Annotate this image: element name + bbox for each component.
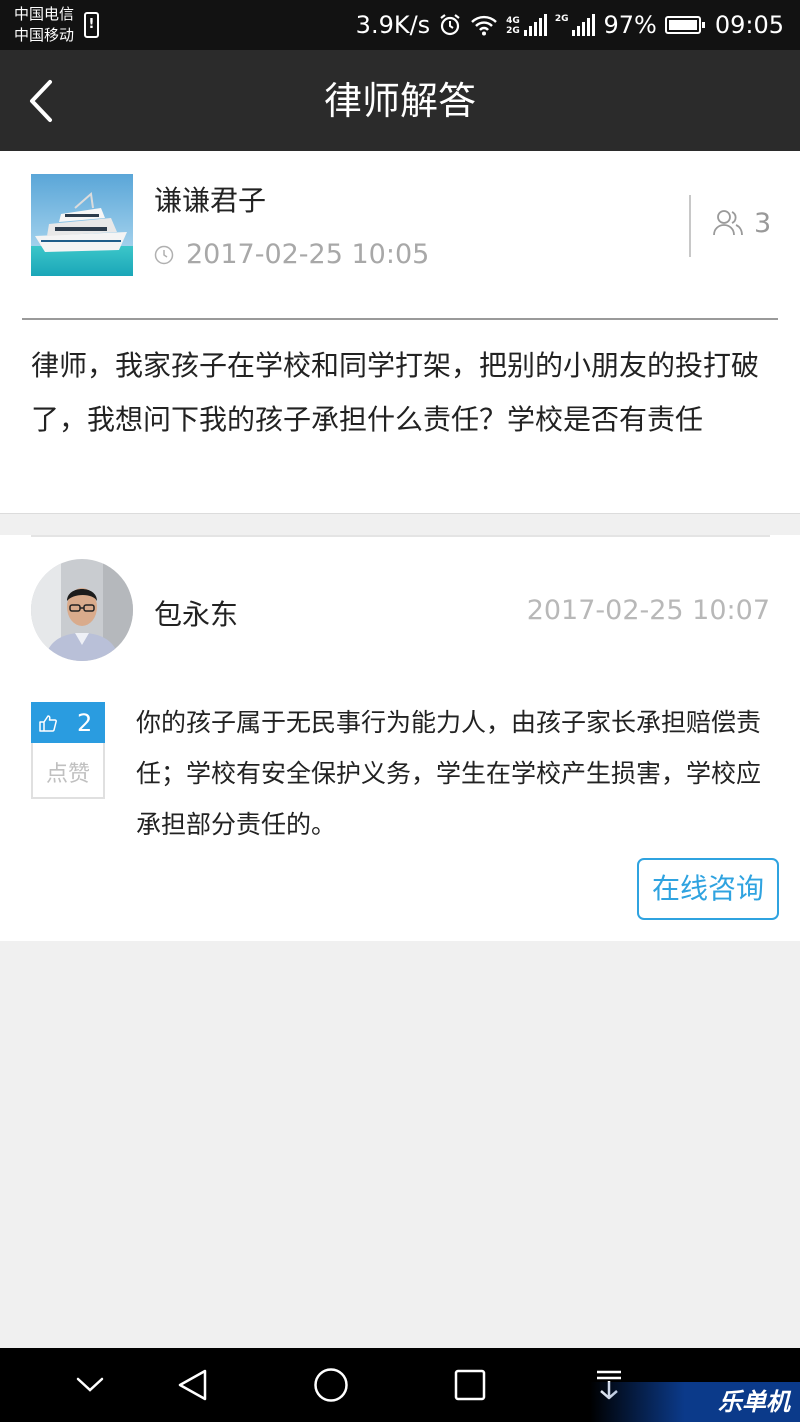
watermark-logo: 乐单机 [590,1382,800,1422]
asker-name: 谦谦君子 [154,184,267,217]
triangle-back-icon [178,1369,207,1401]
recents-button[interactable] [435,1348,505,1422]
system-navigation-bar: 乐单机 [0,1348,800,1422]
question-time-text: 2017-02-25 10:05 [186,239,430,270]
like-count: 2 [77,708,93,737]
carrier-2: 中国移动 [14,26,75,44]
circle-home-icon [314,1368,348,1402]
like-count-badge: 2 [31,702,105,743]
page-title: 律师解答 [323,79,476,123]
nav-bar: 律师解答 [0,50,800,151]
lawyer-avatar[interactable] [31,559,133,661]
question-text: 律师，我家孩子在学校和同学打架，把别的小朋友的投打破了，我想问下我的孩子承担什么… [31,349,760,436]
hide-nav-button[interactable] [55,1348,125,1422]
like-label: 点赞 [45,762,90,787]
asker-avatar[interactable] [31,174,133,276]
lawyer-name: 包永东 [154,598,239,631]
answer-time: 2017-02-25 10:07 [526,595,770,626]
alarm-icon [440,14,460,36]
answer-text: 你的孩子属于无民事行为能力人，由孩子家长承担赔偿责任；学校有安全保护义务，学生在… [136,708,762,839]
net-type-1: 4G [506,16,520,26]
thumbs-up-icon [39,714,57,732]
square-recents-icon [454,1369,486,1401]
signal-2-icon: 2G [555,14,596,36]
back-button[interactable] [157,1348,227,1422]
divider [22,318,778,320]
divider [689,195,691,257]
clock-time: 09:05 [714,11,784,39]
divider [31,535,770,537]
carrier-labels: 中国电信 中国移动 [14,4,74,46]
sim-alert-icon: ! [84,12,99,38]
chevron-down-icon [76,1377,104,1392]
question-card: 谦谦君子 2017-02-25 10:05 3 律师，我家孩子在学校和同学打架，… [0,151,800,514]
viewer-count-value: 3 [754,207,772,239]
clock-icon [154,245,174,264]
signal-1-icon: 4G 2G [506,14,547,36]
net-type-1b: 2G [506,26,520,36]
people-icon [713,210,743,236]
question-time: 2017-02-25 10:05 [154,239,429,270]
online-consult-button[interactable]: 在线咨询 [637,858,779,920]
battery-percent: 97% [603,11,657,39]
home-button[interactable] [296,1348,366,1422]
status-right: 3.9K/s 4G 2G 2G 97% 09:05 [348,0,784,50]
status-bar: 中国电信 中国移动 ! 3.9K/s 4G 2G 2G 97% 09:05 [0,0,800,50]
wifi-icon [471,15,498,36]
answer-card: 包永东 2017-02-25 10:07 2 点赞 你的孩子属于无民事行为能力人… [0,535,800,941]
net-speed: 3.9K/s [355,11,431,39]
battery-icon [664,16,705,34]
carrier-1: 中国电信 [14,5,75,23]
viewer-count: 3 [712,207,771,239]
net-type-2: 2G [554,14,569,24]
like-button[interactable]: 2 点赞 [31,702,105,799]
